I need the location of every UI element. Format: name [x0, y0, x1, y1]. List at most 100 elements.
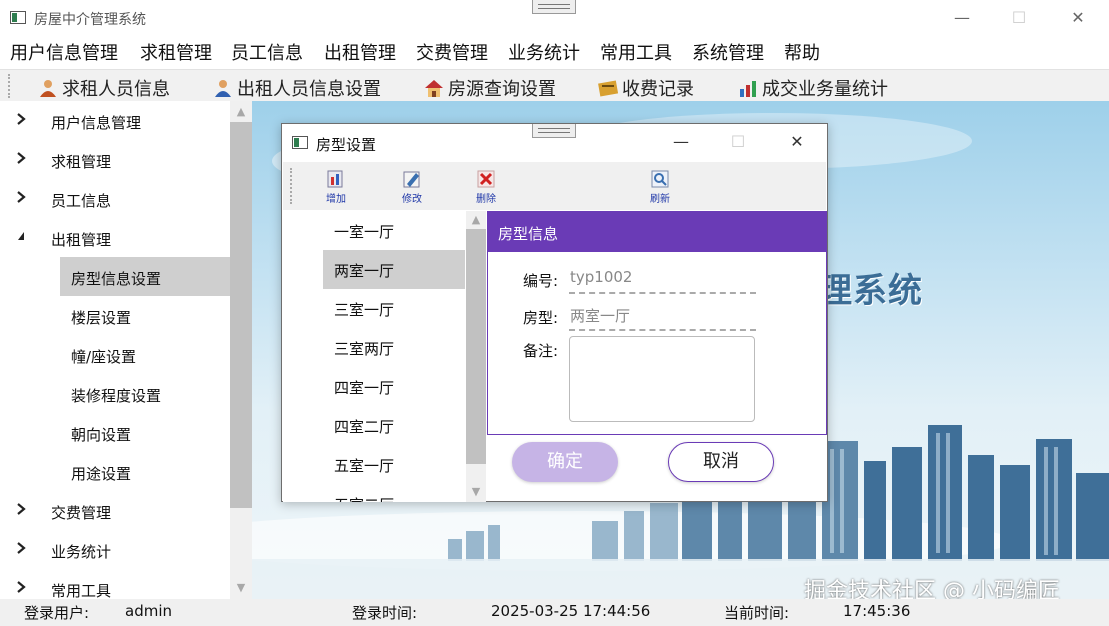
room-info-panel: 房型信息 编号: typ1002 房型: 两室一厅 备注: — [487, 211, 827, 435]
scroll-down-arrow-icon[interactable]: ▼ — [466, 483, 486, 501]
list-item-label: 五室一厅 — [334, 457, 395, 475]
toolbar-house-query[interactable]: 房源查询设置 — [424, 75, 556, 100]
list-item[interactable]: 一室一厅 — [323, 211, 465, 250]
menu-tools[interactable]: 常用工具 — [600, 39, 672, 65]
toolbar-deal-stats[interactable]: 成交业务量统计 — [738, 75, 888, 100]
toolbar-grip-icon — [290, 168, 292, 204]
id-label: 编号: — [523, 272, 559, 290]
refresh-button-label: 刷新 — [650, 194, 670, 205]
menu-statistics[interactable]: 业务统计 — [508, 39, 580, 65]
scroll-up-arrow-icon[interactable]: ▲ — [466, 211, 486, 229]
cancel-button[interactable]: 取消 — [668, 442, 774, 482]
person-icon — [40, 80, 56, 97]
nav-item-label: 房型信息设置 — [71, 270, 162, 288]
nav-item-label: 用途设置 — [71, 465, 132, 483]
menu-system[interactable]: 系统管理 — [692, 39, 764, 65]
nav-group-rental[interactable]: 出租管理 — [0, 218, 230, 257]
minimize-button[interactable]: — — [948, 8, 976, 28]
window-title: 房屋中介管理系统 — [34, 12, 146, 28]
add-icon — [327, 170, 343, 188]
nav-group-staff[interactable]: 员工信息 — [0, 179, 230, 218]
nav-item-decoration[interactable]: 装修程度设置 — [60, 374, 230, 413]
delete-button-label: 删除 — [476, 194, 496, 205]
toolbar-house-query-label: 房源查询设置 — [448, 79, 556, 100]
dialog-close-button[interactable]: ✕ — [784, 132, 810, 152]
nav-group-label: 求租管理 — [51, 153, 112, 171]
toolbar-grip-icon — [8, 74, 12, 98]
list-item[interactable]: 五室二厅 — [323, 484, 465, 502]
menu-help[interactable]: 帮助 — [784, 39, 820, 65]
menu-bar: 用户信息管理 求租管理 员工信息 出租管理 交费管理 业务统计 常用工具 系统管… — [0, 36, 1109, 68]
nav-item-label: 装修程度设置 — [71, 387, 162, 405]
nav-group-tools[interactable]: 常用工具 — [0, 569, 230, 599]
person-icon — [215, 80, 231, 97]
list-item[interactable]: 四室一厅 — [323, 367, 465, 406]
nav-group-label: 员工信息 — [51, 192, 112, 210]
current-time-label: 当前时间: — [724, 604, 790, 622]
close-button[interactable]: ✕ — [1064, 8, 1092, 28]
toolbar-landlord-info[interactable]: 出租人员信息设置 — [213, 75, 381, 100]
dialog-minimize-button[interactable]: — — [668, 132, 694, 152]
list-item[interactable]: 五室一厅 — [323, 445, 465, 484]
confirm-button[interactable]: 确定 — [512, 442, 618, 482]
list-item-label: 五室二厅 — [334, 494, 394, 502]
nav-group-rent-seeking[interactable]: 求租管理 — [0, 140, 230, 179]
chevron-right-icon — [17, 152, 26, 164]
dialog-maximize-button[interactable]: ☐ — [725, 132, 751, 152]
nav-item-room-type[interactable]: 房型信息设置 — [60, 257, 230, 296]
nav-scrollbar[interactable]: ▲ ▼ — [230, 101, 252, 599]
login-time-value: 2025-03-25 17:44:56 — [491, 602, 651, 620]
toolbar-deal-stats-label: 成交业务量统计 — [762, 79, 888, 100]
panel-header: 房型信息 — [488, 212, 826, 252]
nav-tree: 用户信息管理 求租管理 员工信息 出租管理 房型信息设置 楼层设置 幢/座设置 … — [0, 101, 252, 599]
nav-group-statistics[interactable]: 业务统计 — [0, 530, 230, 569]
menu-user-info[interactable]: 用户信息管理 — [10, 39, 118, 65]
nav-item-usage[interactable]: 用途设置 — [60, 452, 230, 491]
drag-grip-icon[interactable] — [532, 0, 576, 14]
toolbar-landlord-info-label: 出租人员信息设置 — [237, 79, 381, 100]
ledger-icon — [598, 80, 618, 97]
menu-fees[interactable]: 交费管理 — [416, 39, 488, 65]
nav-group-label: 用户信息管理 — [51, 114, 142, 132]
refresh-button[interactable]: 刷新 — [640, 167, 680, 207]
id-field[interactable]: typ1002 — [569, 266, 756, 294]
add-button[interactable]: 增加 — [316, 167, 356, 207]
scroll-down-arrow-icon[interactable]: ▼ — [230, 579, 252, 597]
nav-item-building[interactable]: 幢/座设置 — [60, 335, 230, 374]
menu-staff[interactable]: 员工信息 — [231, 39, 303, 65]
nav-item-floor[interactable]: 楼层设置 — [60, 296, 230, 335]
toolbar-renter-info-label: 求租人员信息 — [62, 79, 170, 100]
list-item[interactable]: 三室一厅 — [323, 289, 465, 328]
type-field[interactable]: 两室一厅 — [569, 303, 756, 331]
nav-item-label: 楼层设置 — [71, 309, 132, 327]
remark-textarea[interactable] — [569, 336, 755, 422]
watermark-text: 掘金技术社区 @ 小码编匠 — [804, 579, 1060, 599]
nav-group-user-info[interactable]: 用户信息管理 — [0, 101, 230, 140]
refresh-icon — [651, 170, 669, 188]
login-user-label: 登录用户: — [24, 604, 90, 622]
scroll-up-arrow-icon[interactable]: ▲ — [230, 103, 252, 121]
chevron-right-icon — [17, 503, 26, 515]
list-scrollbar[interactable]: ▲ ▼ — [466, 211, 486, 502]
toolbar-renter-info[interactable]: 求租人员信息 — [38, 75, 170, 100]
nav-group-label: 常用工具 — [51, 582, 112, 599]
list-item[interactable]: 两室一厅 — [323, 250, 465, 289]
list-item-label: 三室一厅 — [334, 301, 395, 319]
list-item-label: 四室二厅 — [334, 418, 395, 436]
nav-scrollbar-thumb[interactable] — [230, 122, 252, 508]
delete-button[interactable]: 删除 — [466, 167, 506, 207]
nav-group-fees[interactable]: 交费管理 — [0, 491, 230, 530]
dialog-title: 房型设置 — [316, 136, 377, 154]
menu-rent-seeking[interactable]: 求租管理 — [140, 39, 212, 65]
drag-grip-icon[interactable] — [532, 124, 576, 138]
toolbar-fee-records[interactable]: 收费记录 — [598, 75, 694, 100]
delete-icon — [477, 170, 495, 188]
menu-rental[interactable]: 出租管理 — [324, 39, 396, 65]
list-scrollbar-thumb[interactable] — [466, 229, 486, 464]
login-user-value: admin — [125, 602, 172, 620]
list-item[interactable]: 四室二厅 — [323, 406, 465, 445]
edit-button[interactable]: 修改 — [392, 167, 432, 207]
maximize-button[interactable]: ☐ — [1005, 8, 1033, 28]
nav-item-orientation[interactable]: 朝向设置 — [60, 413, 230, 452]
list-item[interactable]: 三室两厅 — [323, 328, 465, 367]
